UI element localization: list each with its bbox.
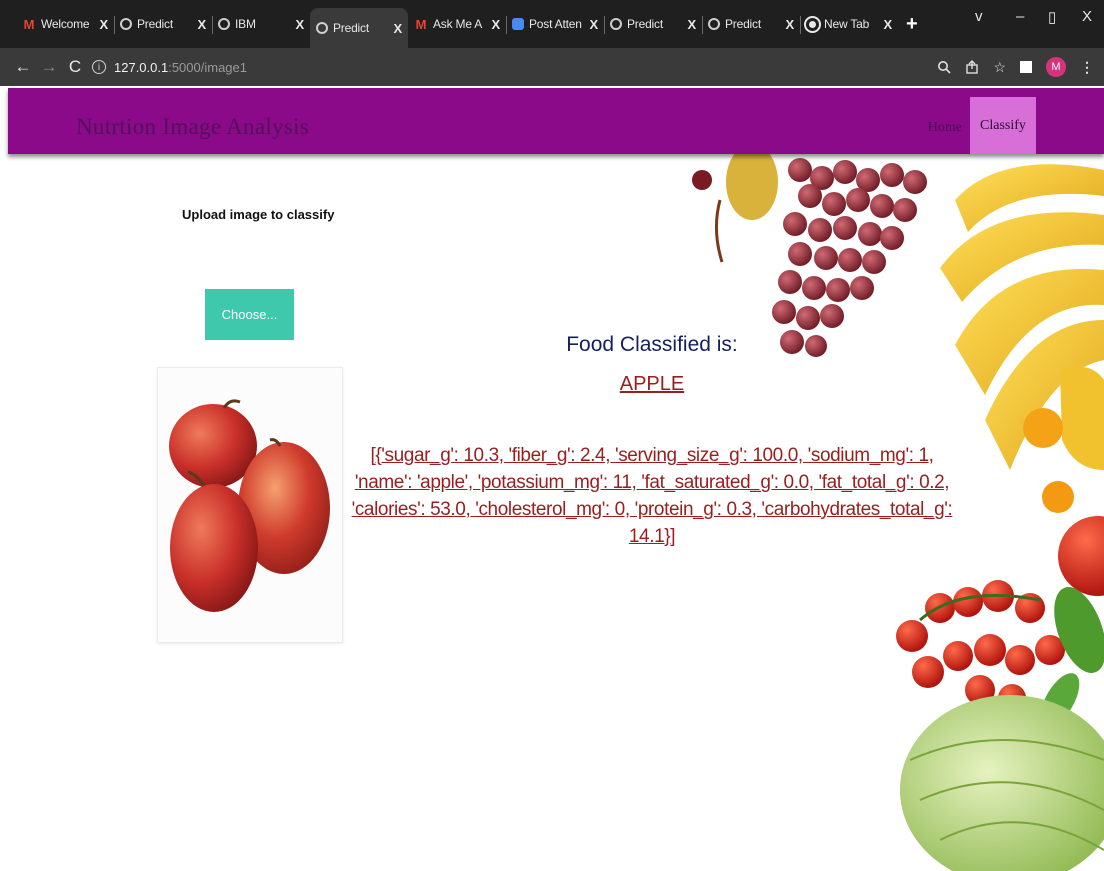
browser-tab[interactable]: Predict X xyxy=(604,6,703,42)
restore-icon[interactable]: ▯ xyxy=(1048,8,1056,26)
apple-image xyxy=(169,399,330,612)
tab-title: Predict xyxy=(333,21,369,35)
tab-close-icon[interactable]: X xyxy=(884,17,893,32)
browser-tab[interactable]: Predict X xyxy=(114,6,213,42)
forward-icon[interactable]: → xyxy=(36,57,62,77)
tab-close-icon[interactable]: X xyxy=(688,17,697,32)
bookmark-star-icon[interactable]: ☆ xyxy=(993,59,1006,76)
tab-close-icon[interactable]: X xyxy=(394,21,403,36)
browser-toolbar: ← → C i 127.0.0.1:5000/image1 ☆ M ⋮ xyxy=(0,48,1104,86)
minimize-icon[interactable]: – xyxy=(1016,8,1024,25)
tab-title: Predict xyxy=(627,17,663,31)
share-icon[interactable] xyxy=(965,60,979,74)
tab-close-icon[interactable]: X xyxy=(590,17,599,32)
tab-title: Predict xyxy=(137,17,173,31)
reload-icon[interactable]: C xyxy=(62,57,88,77)
meet-icon xyxy=(512,18,524,30)
upload-heading: Upload image to classify xyxy=(182,207,335,222)
back-icon[interactable]: ← xyxy=(10,57,36,77)
site-navbar: Nutrtion Image Analysis Home Classify xyxy=(8,88,1104,154)
classified-food: APPLE xyxy=(619,373,685,395)
browser-tab[interactable]: Predict X xyxy=(702,6,801,42)
globe-icon xyxy=(610,18,622,30)
result-label: Food Classified is: xyxy=(566,333,738,356)
browser-tab-active[interactable]: Predict X xyxy=(310,8,408,48)
browser-tab[interactable]: Post Atten X xyxy=(506,6,605,42)
tab-title: IBM xyxy=(235,17,256,31)
browser-tab[interactable]: IBM X xyxy=(212,6,310,42)
image-preview xyxy=(157,367,343,643)
gmail-icon: M xyxy=(415,16,427,32)
globe-icon xyxy=(316,22,328,34)
url-path: :5000/image1 xyxy=(168,59,247,75)
tab-close-icon[interactable]: X xyxy=(492,17,501,32)
nav-link-home[interactable]: Home xyxy=(928,120,962,136)
globe-icon xyxy=(120,18,132,30)
profile-avatar[interactable]: M xyxy=(1046,57,1066,77)
side-panel-icon[interactable] xyxy=(1020,61,1032,73)
nav-link-classify[interactable]: Classify xyxy=(970,97,1036,154)
menu-kebab-icon[interactable]: ⋮ xyxy=(1080,59,1094,76)
tab-title: Welcome xyxy=(41,17,90,31)
tab-close-icon[interactable]: X xyxy=(100,17,109,32)
browser-tab[interactable]: M Welcome X xyxy=(16,6,115,42)
new-tab-button[interactable]: + xyxy=(906,13,928,36)
tab-title: Post Atten xyxy=(529,17,582,31)
globe-icon xyxy=(708,18,720,30)
site-brand[interactable]: Nutrtion Image Analysis xyxy=(76,114,309,140)
nutrition-details: [{'sugar_g': 10.3, 'fiber_g': 2.4, 'serv… xyxy=(351,445,953,547)
tab-close-icon[interactable]: X xyxy=(198,17,207,32)
browser-tab-strip: M Welcome X Predict X IBM X Predict X M … xyxy=(0,0,1104,48)
tab-close-icon[interactable]: X xyxy=(786,17,795,32)
choose-file-button[interactable]: Choose... xyxy=(205,289,294,340)
browser-tab[interactable]: New Tab X xyxy=(800,6,898,42)
globe-icon xyxy=(218,18,230,30)
url-host: 127.0.0.1 xyxy=(114,59,169,75)
tab-title: New Tab xyxy=(824,17,870,31)
tab-title: Predict xyxy=(725,17,761,31)
window-close-icon[interactable]: X xyxy=(1082,8,1092,25)
chrome-icon xyxy=(804,15,821,33)
tab-close-icon[interactable]: X xyxy=(296,17,305,32)
site-info-icon[interactable]: i xyxy=(92,60,106,74)
tab-search-icon[interactable]: v xyxy=(975,8,983,25)
browser-tab[interactable]: M Ask Me A X xyxy=(408,6,507,42)
tab-title: Ask Me A xyxy=(433,17,483,31)
gmail-icon: M xyxy=(23,16,35,32)
zoom-icon[interactable] xyxy=(937,60,952,74)
